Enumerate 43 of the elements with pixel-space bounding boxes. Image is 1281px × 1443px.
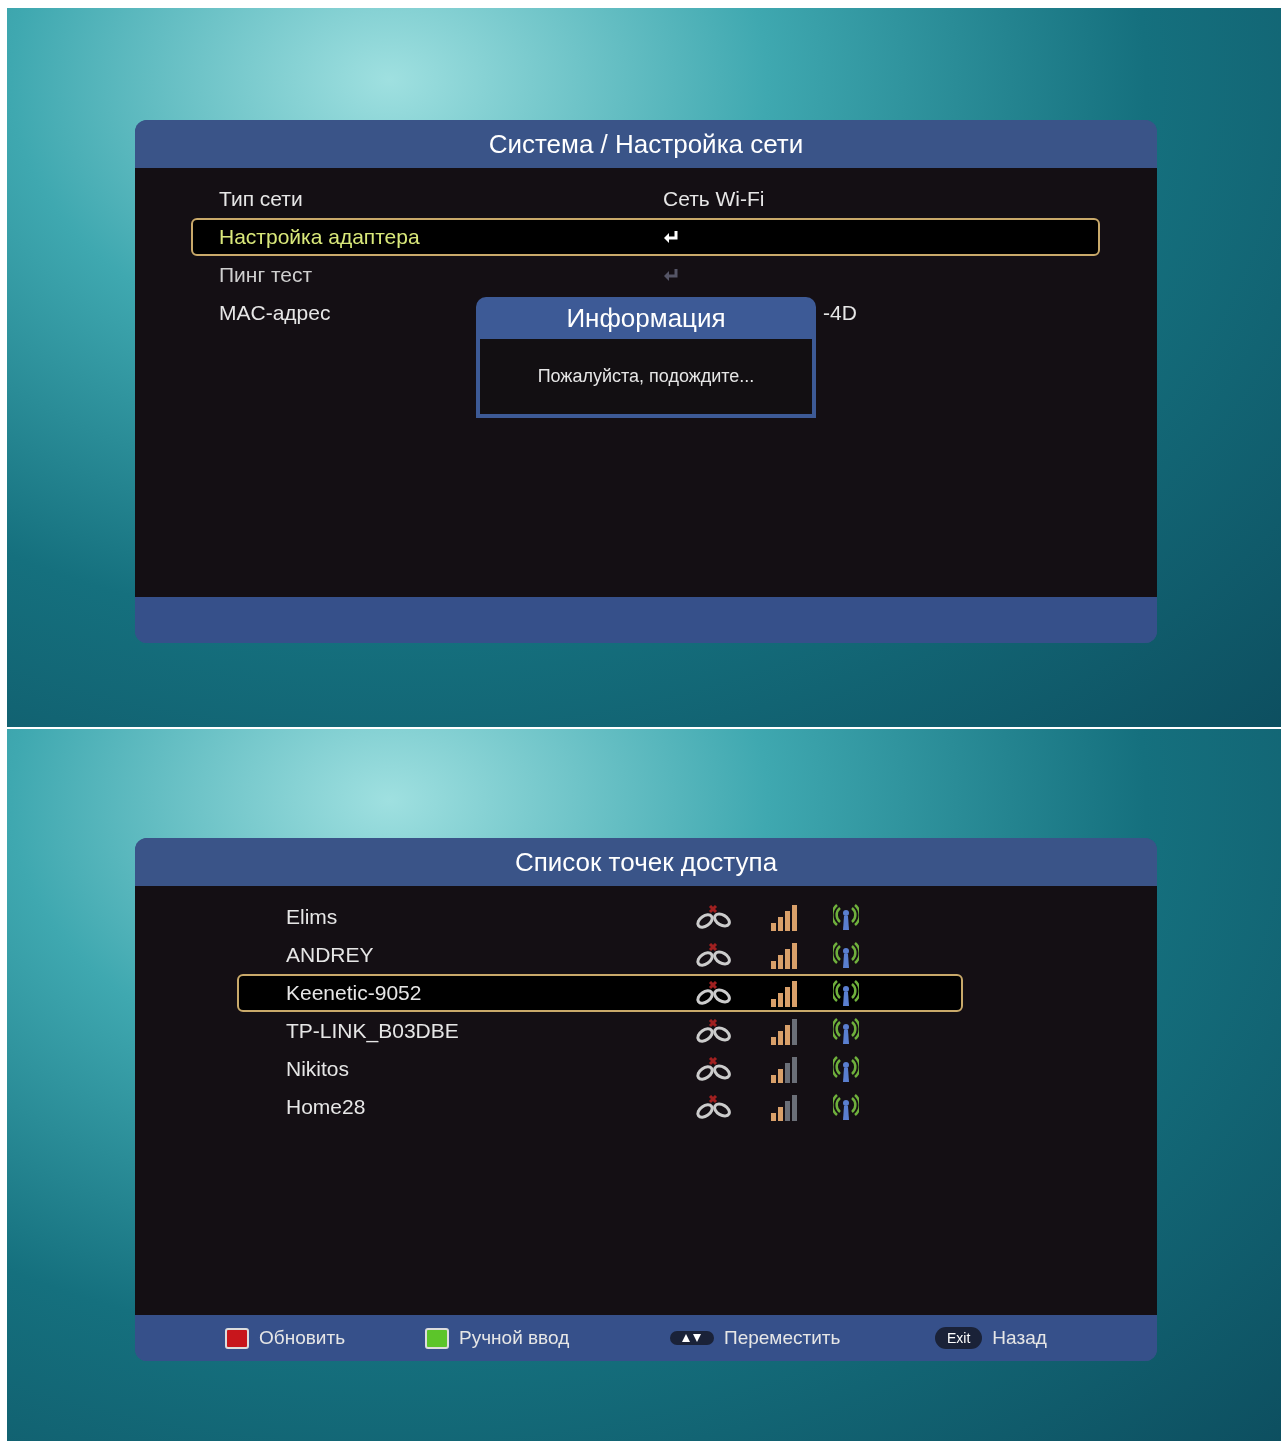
disconnected-link-icon xyxy=(695,905,731,929)
footer-hint: Ручной ввод xyxy=(459,1327,570,1349)
network-row[interactable]: ANDREY xyxy=(237,936,963,974)
disconnected-link-icon xyxy=(695,1057,731,1081)
network-name: TP-LINK_B03DBE xyxy=(285,1019,460,1043)
antenna-icon xyxy=(833,1093,859,1121)
antenna-icon xyxy=(833,903,859,931)
signal-bars-icon xyxy=(771,1055,797,1083)
setting-label: Настройка адаптера xyxy=(218,225,421,249)
network-row[interactable]: Keenetic-9052 xyxy=(237,974,963,1012)
disconnected-link-icon xyxy=(695,943,731,967)
antenna-icon xyxy=(833,979,859,1007)
network-name: Home28 xyxy=(285,1095,367,1119)
network-row[interactable]: Home28 xyxy=(237,1088,963,1126)
signal-bars-icon xyxy=(771,979,797,1007)
network-row[interactable]: TP-LINK_B03DBE xyxy=(237,1012,963,1050)
disconnected-link-icon xyxy=(695,981,731,1005)
network-row[interactable]: Elims xyxy=(237,898,963,936)
signal-bars-icon xyxy=(771,941,797,969)
network-name: ANDREY xyxy=(285,943,375,967)
dialog-title: Информация xyxy=(565,301,727,335)
footer-hint: Переместить xyxy=(724,1327,841,1349)
selected-menu-row[interactable]: Настройка адаптера xyxy=(191,218,1100,256)
network-name: Nikitos xyxy=(285,1057,350,1081)
disconnected-link-icon xyxy=(695,1095,731,1119)
up-down-key-icon xyxy=(670,1331,714,1345)
signal-bars-icon xyxy=(771,903,797,931)
footer-hint: Обновить xyxy=(259,1327,346,1349)
setting-value: -4D xyxy=(823,301,857,325)
network-row[interactable]: Nikitos xyxy=(237,1050,963,1088)
disconnected-link-icon xyxy=(695,1019,731,1043)
setting-label[interactable]: Тип сети xyxy=(193,187,663,211)
network-name: Elims xyxy=(285,905,339,929)
signal-bars-icon xyxy=(771,1093,797,1121)
network-name: Keenetic-9052 xyxy=(285,981,423,1005)
antenna-icon xyxy=(833,1055,859,1083)
antenna-icon xyxy=(833,1017,859,1045)
setting-value: Сеть Wi-Fi xyxy=(663,187,765,211)
signal-bars-icon xyxy=(771,1017,797,1045)
footer-hint: Назад xyxy=(992,1327,1047,1349)
remote-key: Exit xyxy=(935,1327,983,1349)
antenna-icon xyxy=(833,941,859,969)
dialog-message: Пожалуйста, подождите... xyxy=(480,339,812,414)
